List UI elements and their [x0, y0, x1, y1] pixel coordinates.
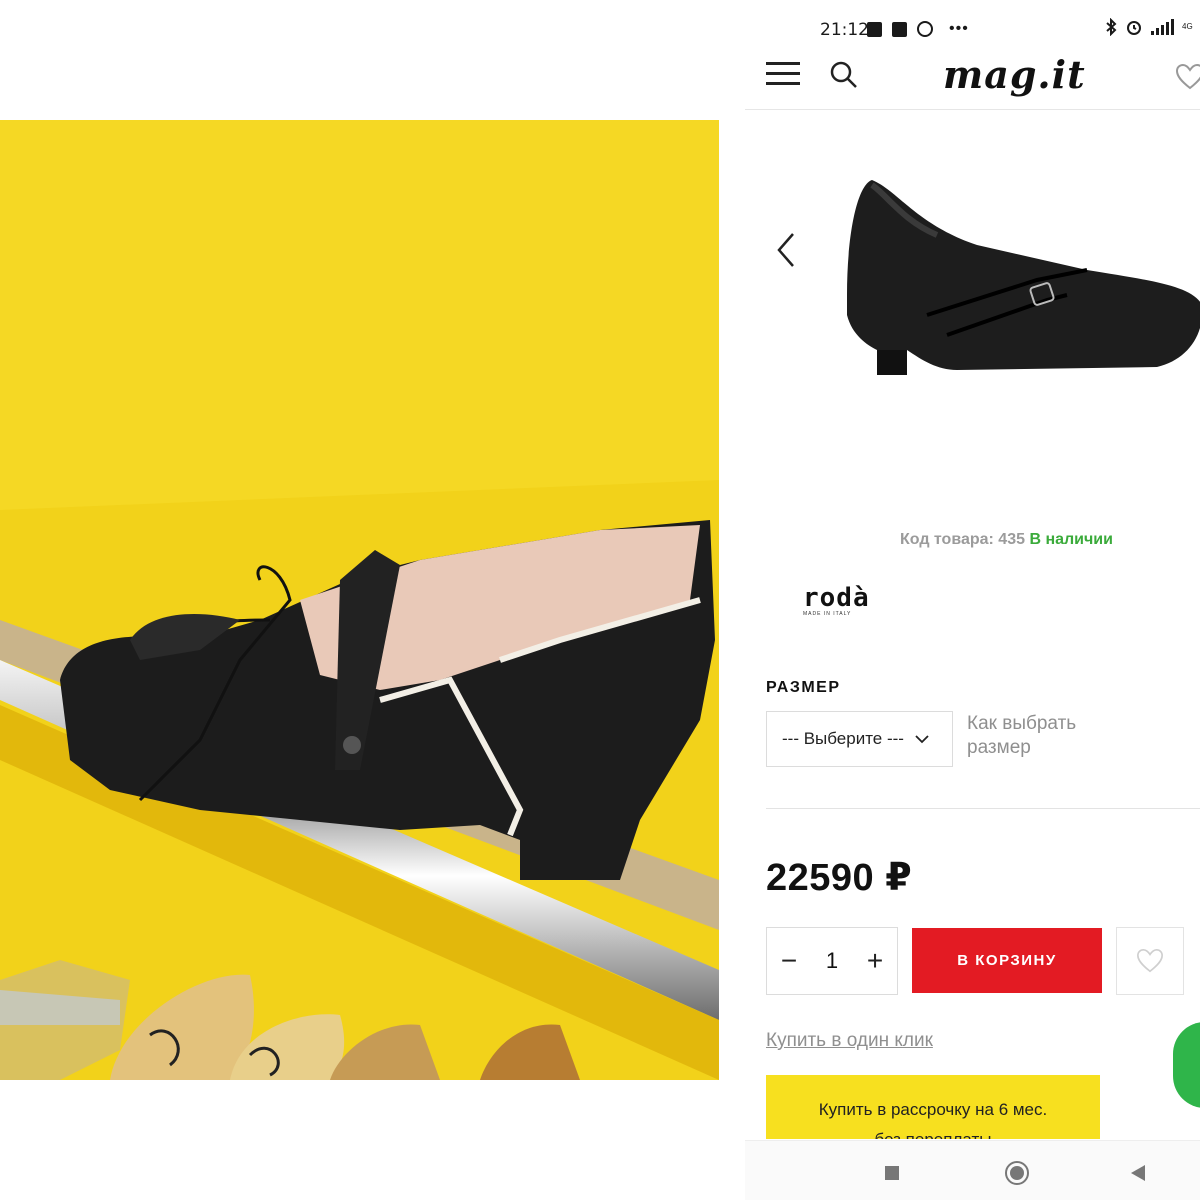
quantity-stepper: − 1 +: [766, 927, 898, 995]
brand-name: rodà: [803, 583, 870, 613]
home-icon[interactable]: [1005, 1161, 1029, 1185]
site-header: mag.it: [745, 48, 1200, 110]
network-type: 4G: [1182, 22, 1193, 31]
wishlist-button[interactable]: [1116, 927, 1184, 995]
alarm-icon: [1127, 21, 1141, 35]
size-select-value: --- Выберите ---: [782, 729, 904, 748]
signal-icon: [1151, 19, 1174, 35]
heart-icon[interactable]: [1175, 62, 1200, 92]
check-circle-icon: [917, 21, 933, 37]
product-gallery: [745, 120, 1200, 500]
chat-button[interactable]: [1173, 1022, 1200, 1108]
one-click-buy-link[interactable]: Купить в один клик: [766, 1030, 933, 1052]
product-price: 22590 ₽: [766, 857, 913, 899]
installment-line1: Купить в рассрочку на 6 мес.: [818, 1100, 1048, 1119]
menu-icon[interactable]: [766, 60, 800, 88]
heart-icon: [1137, 948, 1163, 973]
bluetooth-icon: [1106, 18, 1117, 36]
chevron-left-icon[interactable]: [771, 230, 801, 270]
quantity-value[interactable]: 1: [826, 948, 838, 974]
add-to-cart-button[interactable]: В КОРЗИНУ: [912, 928, 1102, 993]
notification-square-icon: [892, 21, 907, 37]
android-nav-bar: [745, 1140, 1200, 1200]
stock-status: В наличии: [1029, 531, 1113, 548]
more-dots-icon: •••: [949, 20, 969, 37]
back-icon[interactable]: [1131, 1165, 1145, 1181]
status-time: 21:12: [820, 20, 869, 40]
phone-screen: 21:12 ••• 4G mag.it Код товара: 435 В на…: [745, 0, 1200, 1200]
installment-button[interactable]: Купить в рассрочку на 6 мес. без перепла…: [766, 1075, 1100, 1139]
size-title: РАЗМЕР: [766, 679, 841, 696]
divider: [766, 808, 1200, 809]
site-logo[interactable]: mag.it: [943, 52, 1086, 97]
minus-icon[interactable]: −: [777, 947, 801, 975]
size-select[interactable]: --- Выберите ---: [766, 711, 953, 767]
status-notifications: •••: [867, 20, 969, 38]
gallery-product-image: [847, 180, 1200, 375]
product-photo: [0, 120, 719, 1080]
plus-icon[interactable]: +: [863, 947, 887, 975]
product-sku: Код товара: 435 В наличии: [900, 531, 1113, 549]
search-icon[interactable]: [829, 60, 859, 90]
recent-apps-icon[interactable]: [885, 1166, 899, 1180]
upload-icon: [867, 21, 882, 37]
size-guide-link[interactable]: Как выбрать размер: [967, 712, 1137, 760]
status-system-icons: 4G: [1105, 18, 1193, 36]
sku-label: Код товара: 435: [900, 531, 1025, 548]
shoe-shelf-photo: [0, 120, 719, 1080]
brand-logo[interactable]: rodà MADE IN ITALY: [803, 585, 877, 645]
chevron-down-icon: [915, 735, 929, 744]
installment-line2: без переплаты: [766, 1125, 1100, 1139]
